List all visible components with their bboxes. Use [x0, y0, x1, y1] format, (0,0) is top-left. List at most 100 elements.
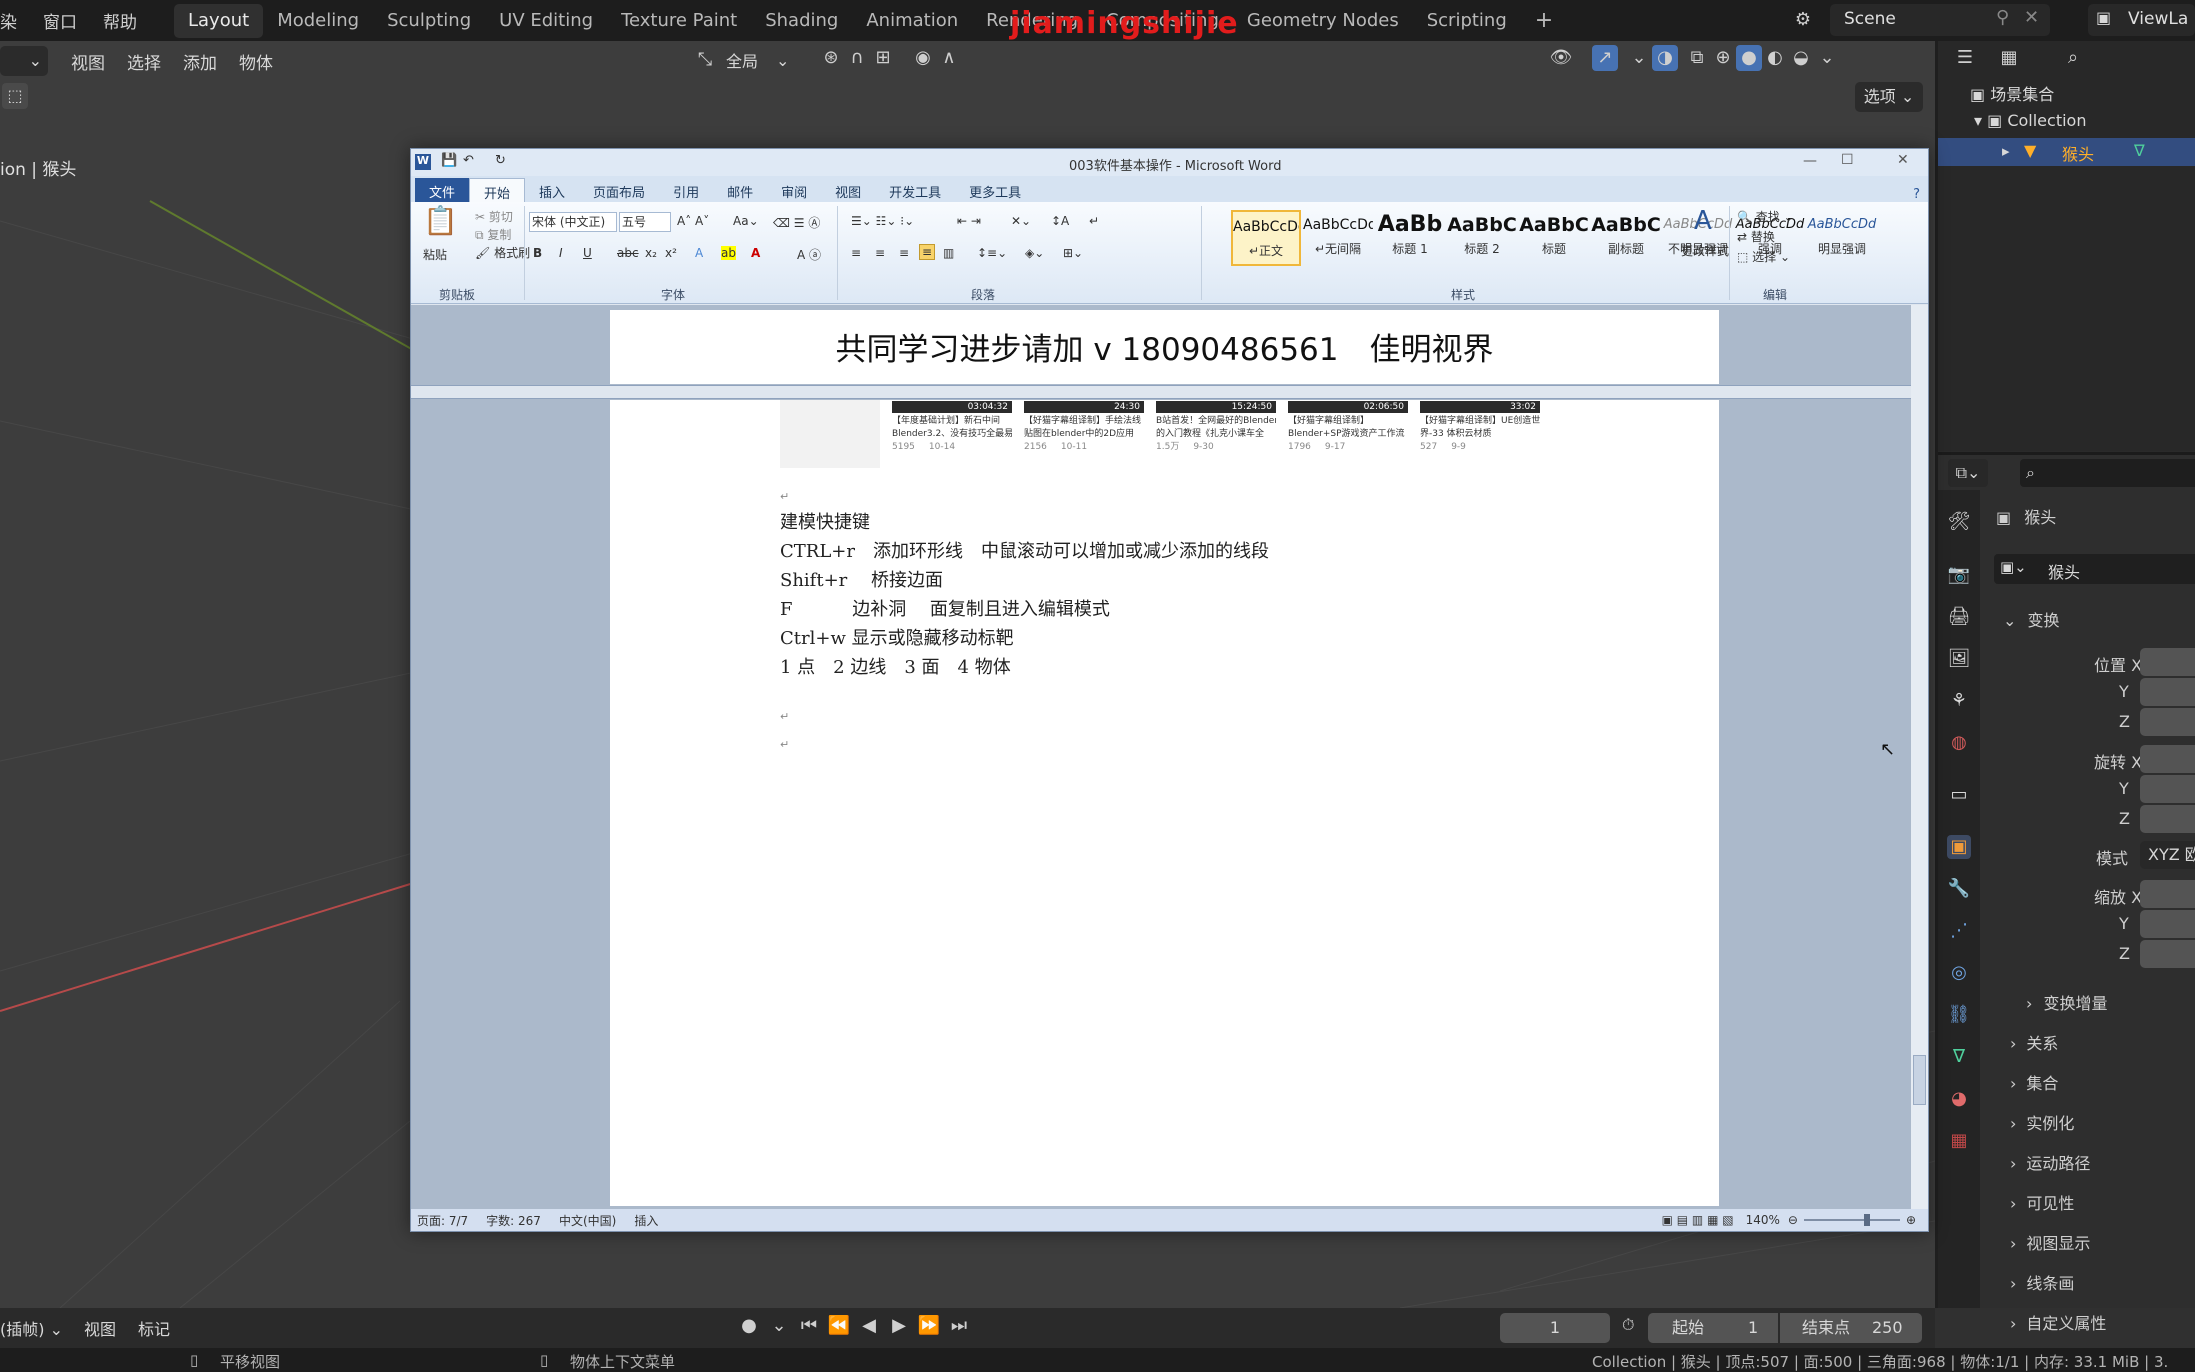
indent-icon[interactable]: ⇤ ⇥	[957, 214, 981, 228]
add-workspace-button[interactable]: +	[1521, 4, 1567, 38]
falloff-icon[interactable]: ∧	[936, 45, 962, 71]
language[interactable]: 中文(中国)	[559, 1212, 616, 1229]
scroll-thumb[interactable]	[1913, 1055, 1926, 1105]
align-center-icon[interactable]: ≡	[875, 246, 885, 260]
tab-insert[interactable]: 插入	[525, 178, 579, 202]
object-type-icon[interactable]: ▣⌄	[2000, 558, 2027, 576]
char-shading-icon[interactable]: A ⓐ	[797, 246, 821, 263]
particles-icon[interactable]: ⋰	[1947, 919, 1971, 943]
rotation-y-field[interactable]	[2140, 775, 2195, 803]
help-icon[interactable]: ?	[1913, 187, 1920, 202]
strikethrough-icon[interactable]: abc	[617, 246, 639, 260]
tab-references[interactable]: 引用	[659, 178, 713, 202]
tab-view[interactable]: 视图	[821, 178, 875, 202]
tab-developer[interactable]: 开发工具	[875, 178, 955, 202]
font-size-dropdown[interactable]: 五号	[619, 212, 671, 232]
redo-icon[interactable]: ↻	[495, 153, 506, 168]
scale-y-field[interactable]	[2140, 910, 2195, 938]
scale-x-field[interactable]	[2140, 880, 2195, 908]
prev-keyframe-icon[interactable]: ⏪	[826, 1313, 852, 1339]
properties-section-panel[interactable]: › 关系	[2010, 1030, 2058, 1054]
xray-icon[interactable]: ⧉	[1684, 45, 1710, 71]
paste-icon[interactable]: 📋	[423, 204, 458, 237]
word-count[interactable]: 字数: 267	[486, 1212, 541, 1229]
location-z-field[interactable]	[2140, 708, 2195, 736]
tab-page-layout[interactable]: 页面布局	[579, 178, 659, 202]
align-right-icon[interactable]: ≡	[899, 246, 909, 260]
play-icon[interactable]: ▶	[886, 1313, 912, 1339]
zoom-slider[interactable]	[1803, 1214, 1900, 1226]
menu-add[interactable]: 添加	[172, 49, 228, 74]
rendered-shading-icon[interactable]: ◒	[1788, 45, 1814, 71]
bullets-icon[interactable]: ☰⌄ ☷⌄ ⁝⌄	[851, 214, 914, 228]
change-styles-label[interactable]: 更改样式	[1681, 242, 1729, 259]
tab-more-tools[interactable]: 更多工具	[955, 178, 1035, 202]
tab-texture-paint[interactable]: Texture Paint	[607, 4, 751, 38]
find-button[interactable]: 🔍 查找 ⌄	[1737, 208, 1794, 225]
highlight-icon[interactable]: ab	[721, 246, 736, 260]
document-page[interactable]: 03:04:32 【年度基础计划】新石中间 Blender3.2、没有技巧全最易 51…	[610, 400, 1719, 1206]
clear-format-icon[interactable]: ⌫ ☰ Ⓐ	[773, 214, 820, 231]
rotation-x-field[interactable]	[2140, 745, 2195, 773]
pin-icon[interactable]: ⚲	[1996, 7, 2009, 28]
close-icon[interactable]: ✕	[1897, 152, 1909, 168]
properties-section-panel[interactable]: › 运动路径	[2010, 1150, 2090, 1174]
bold-icon[interactable]: B	[533, 246, 542, 260]
delta-transform-panel[interactable]: › 变换增量	[2026, 990, 2108, 1014]
expand-icon[interactable]: ▸	[2002, 142, 2010, 160]
scene-icon[interactable]: ⚙	[1790, 7, 1816, 33]
tab-geometry-nodes[interactable]: Geometry Nodes	[1233, 4, 1413, 38]
grow-font-icon[interactable]: A˄ A˅	[677, 214, 709, 228]
location-y-field[interactable]	[2140, 678, 2195, 706]
pivot-icon[interactable]: ⊛	[818, 45, 844, 71]
font-name-dropdown[interactable]: 宋体 (中文正)	[529, 212, 617, 232]
location-x-field[interactable]	[2140, 648, 2195, 676]
editor-type-dropdown[interactable]: ⌄	[0, 46, 48, 76]
texture-icon[interactable]: ▦	[1947, 1129, 1971, 1153]
search-icon[interactable]: ⌕	[2060, 45, 2086, 71]
zoom-in-icon[interactable]: ⊕	[1906, 1213, 1916, 1227]
tab-scripting[interactable]: Scripting	[1413, 4, 1521, 38]
window-split-bar[interactable]	[411, 385, 1911, 399]
outliner-object-row[interactable]: ▸ ▼ 猴头 ∇	[1938, 138, 2195, 166]
tab-modeling[interactable]: Modeling	[263, 4, 373, 38]
start-frame-field[interactable]: 起始 1	[1648, 1313, 1778, 1343]
style-gallery-item[interactable]: AaBb 标题 1	[1375, 210, 1445, 266]
gizmo-icon[interactable]: ↗	[1592, 45, 1618, 71]
save-icon[interactable]: 💾	[441, 153, 457, 168]
distributed-icon[interactable]: ▥	[943, 246, 954, 260]
paste-label[interactable]: 粘贴	[423, 246, 447, 263]
outliner-scene-collection[interactable]: ▣ 场景集合	[1970, 81, 2054, 105]
italic-icon[interactable]: I	[559, 246, 563, 260]
tab-uv-editing[interactable]: UV Editing	[485, 4, 607, 38]
proportional-edit-icon[interactable]: ◉	[910, 45, 936, 71]
collection-icon[interactable]: ▭	[1947, 783, 1971, 807]
menu-view[interactable]: 视图	[60, 49, 116, 74]
style-gallery-item[interactable]: AaBbC 标题	[1519, 210, 1589, 266]
physics-icon[interactable]: ◎	[1947, 961, 1971, 985]
zoom-level[interactable]: 140%	[1746, 1213, 1780, 1227]
change-styles-icon[interactable]: A	[1694, 206, 1712, 236]
scene-icon[interactable]: ⚘	[1947, 689, 1971, 713]
close-icon[interactable]: ✕	[2024, 7, 2039, 28]
underline-icon[interactable]: U	[583, 246, 592, 260]
word-window[interactable]: W 💾 ↶ ↻ 003软件基本操作 - Microsoft Word — ☐ ✕…	[410, 148, 1929, 1232]
select-button[interactable]: ⬚ 选择 ⌄	[1737, 248, 1790, 265]
transform-panel-header[interactable]: ⌄ 变换	[2003, 607, 2060, 631]
menu-select[interactable]: 选择	[116, 49, 172, 74]
tool-icon[interactable]: 🛠	[1947, 510, 1971, 534]
rotation-z-field[interactable]	[2140, 805, 2195, 833]
select-box-tool-icon[interactable]: ⬚	[2, 83, 28, 109]
undo-icon[interactable]: ↶	[463, 153, 474, 168]
show-marks-icon[interactable]: ↵	[1089, 214, 1099, 228]
keying-mode-dropdown[interactable]: (插帧) ⌄	[0, 1316, 63, 1340]
scene-selector[interactable]: Scene ⚲ ✕	[1830, 4, 2050, 36]
properties-section-panel[interactable]: › 自定义属性	[2010, 1310, 2106, 1334]
maximize-icon[interactable]: ☐	[1841, 152, 1854, 168]
tab-layout[interactable]: Layout	[174, 3, 264, 38]
constraints-icon[interactable]: ⛓	[1947, 1003, 1971, 1027]
view-layer-icon[interactable]: 🖼	[1947, 647, 1971, 671]
view-layer-selector[interactable]: ▣ ViewLa	[2088, 4, 2195, 36]
page-count[interactable]: 页面: 7/7	[417, 1212, 468, 1229]
insert-mode[interactable]: 插入	[634, 1212, 658, 1229]
